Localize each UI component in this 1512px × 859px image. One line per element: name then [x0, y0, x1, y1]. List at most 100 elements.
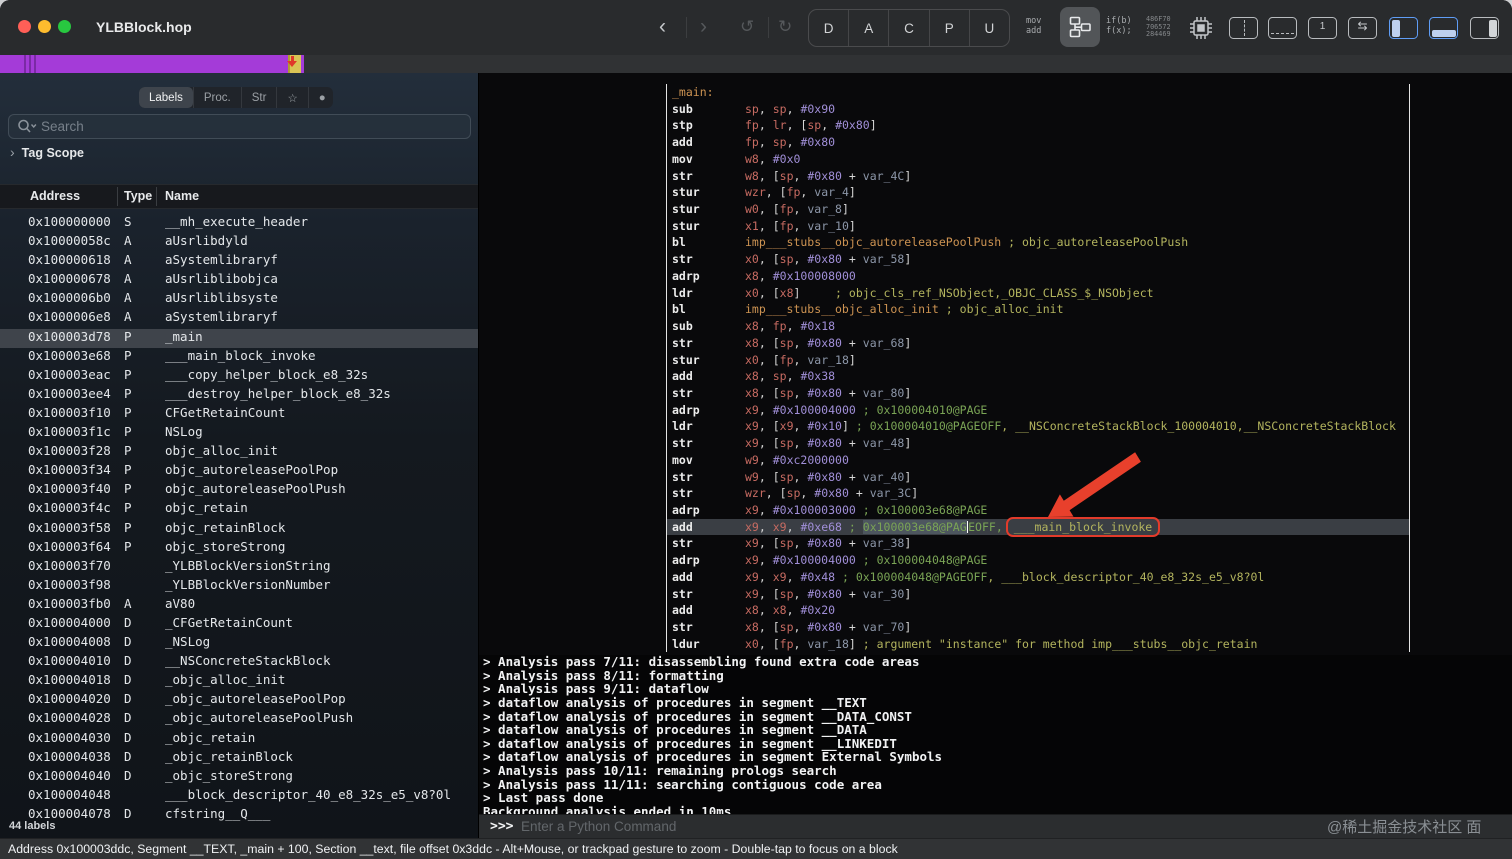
toggle-bottom-panel-button-active[interactable] [1429, 17, 1458, 39]
label-row[interactable]: 0x100000000 S __mh_execute_header [0, 214, 478, 233]
label-row[interactable]: 0x100003f70 _YLBBlockVersionString [0, 558, 478, 577]
asm-line[interactable]: str x9, [sp, #0x80 + var_48] [667, 435, 1409, 452]
label-row[interactable]: 0x100004018 D _objc_alloc_init [0, 672, 478, 691]
label-row[interactable]: 0x100003ee4 P ___destroy_helper_block_e8_3… [0, 386, 478, 405]
toolbar-segment-D[interactable]: D [809, 10, 848, 46]
asm-line[interactable]: stur x0, [fp, var_18] [667, 352, 1409, 369]
column-divider[interactable] [156, 187, 157, 206]
undo-icon[interactable]: ↺ [740, 13, 754, 41]
star-filter-icon[interactable]: ☆ [276, 87, 307, 108]
asm-line[interactable]: str x8, [sp, #0x80 + var_68] [667, 335, 1409, 352]
asm-line[interactable]: add fp, sp, #0x80 [667, 134, 1409, 151]
label-row[interactable]: 0x100003eac P ___copy_helper_block_e8_32s [0, 367, 478, 386]
label-row[interactable]: 0x100004008 D _NSLog [0, 634, 478, 653]
label-row[interactable]: 0x100003e68 P ___main_block_invoke [0, 348, 478, 367]
cpu-chip-icon[interactable] [1188, 15, 1214, 41]
label-row[interactable]: 0x100003d78 P _main [0, 328, 478, 348]
asm-line[interactable]: add x9, x9, #0x48 ; 0x100004048@PAGEOFF, … [667, 569, 1409, 586]
label-row[interactable]: 0x1000006b0 AaUsrliblibsyste [0, 290, 478, 309]
label-row[interactable]: 0x100004038 D _objc_retainBlock [0, 749, 478, 768]
label-row[interactable]: 0x100003f64 Pobjc_storeStrong [0, 539, 478, 558]
asm-line-selected[interactable]: add x9, x9, #0xe68 ; 0x100003e68@PAG EOFF,… [667, 516, 1409, 537]
asm-line[interactable]: sub sp, sp, #0x90 [667, 101, 1409, 118]
label-row[interactable]: 0x100003f10 P CFGetRetainCount [0, 405, 478, 424]
label-row[interactable]: 0x100004040 D _objc_storeStrong [0, 768, 478, 787]
asm-line[interactable]: adrp x8, #0x100008000 [667, 268, 1409, 285]
asm-line[interactable]: stur x1, [fp, var_10] [667, 218, 1409, 235]
column-header-address[interactable]: Address [30, 189, 80, 203]
asm-line[interactable]: str x0, [sp, #0x80 + var_58] [667, 251, 1409, 268]
label-row[interactable]: 0x100003f28 Pobjc_alloc_init [0, 443, 478, 462]
asm-line[interactable]: str x9, [sp, #0x80 + var_38] [667, 535, 1409, 552]
toolbar-segment-U[interactable]: U [968, 10, 1009, 46]
asm-line[interactable]: str x8, [sp, #0x80 + var_80] [667, 385, 1409, 402]
label-row[interactable]: 0x100004048 ___block_descriptor_40_e8_32s… [0, 787, 478, 806]
hex-mode-icon[interactable]: 486F70 706572 284469 [1146, 15, 1171, 39]
asm-line[interactable]: str x8, [sp, #0x80 + var_70] [667, 619, 1409, 636]
navstrip-segment-purple[interactable] [0, 55, 288, 73]
redo-icon[interactable]: ↻ [778, 13, 792, 41]
label-row[interactable]: 0x1000006e8 AaSystemlibraryf [0, 309, 478, 328]
search-field[interactable]: Search [8, 114, 471, 139]
asm-line[interactable]: adrp x9, #0x100004000 ; 0x100004048@PAGE [667, 552, 1409, 569]
label-row[interactable]: 0x100000678 AaUsrliblibobjca [0, 271, 478, 290]
label-row[interactable]: 0x100003f1c P NSLog [0, 424, 478, 443]
asm-line[interactable]: add x8, x8, #0x20 [667, 602, 1409, 619]
dot-filter-icon[interactable]: ● [307, 87, 333, 108]
label-row[interactable]: 0x100004078 Dcfstring__Q___ [0, 806, 478, 825]
asm-line[interactable]: _main: [667, 84, 1409, 101]
label-row[interactable]: 0x100003f4c Pobjc_retain [0, 500, 478, 519]
asm-line[interactable]: mov w9, #0xc2000000 [667, 452, 1409, 469]
split-view-horizontal-button[interactable] [1268, 17, 1297, 39]
column-divider[interactable] [117, 187, 118, 206]
toolbar-segment-A[interactable]: A [848, 10, 888, 46]
asm-line[interactable]: ldur x0, [fp, var_18] ; argument "instanc… [667, 636, 1409, 653]
filter-tab-labels[interactable]: Labels [139, 87, 193, 108]
analysis-console[interactable]: > Analysis pass 7/11: disassembling foun… [479, 655, 1512, 814]
asm-line[interactable]: adrp x9, #0x100004000 ; 0x100004010@PAGE [667, 402, 1409, 419]
asm-line[interactable]: add x8, sp, #0x38 [667, 368, 1409, 385]
asm-line[interactable]: stp fp, lr, [sp, #0x80] [667, 117, 1409, 134]
label-row[interactable]: 0x100004010 D __NSConcreteStackBlock [0, 653, 478, 672]
label-row[interactable]: 0x100004030 D _objc_retain [0, 730, 478, 749]
label-row[interactable]: 0x100004028 D _objc_autoreleasePoolPush [0, 710, 478, 729]
pseudocode-mode-icon[interactable]: if(b) f(x); [1106, 16, 1132, 36]
label-row[interactable]: 0x100003f58 Pobjc_retainBlock [0, 520, 478, 539]
close-window-button[interactable] [18, 20, 31, 33]
toolbar-segment-P[interactable]: P [928, 10, 969, 46]
label-row[interactable]: 0x10000058c AaUsrlibdyld [0, 233, 478, 252]
asm-line[interactable]: stur wzr, [fp, var_4] [667, 184, 1409, 201]
asm-line[interactable]: bl imp___stubs__objc_alloc_init ; objc_al… [667, 301, 1409, 318]
forward-icon[interactable]: › [700, 13, 707, 41]
label-row[interactable]: 0x100004000 D _CFGetRetainCount [0, 615, 478, 634]
asm-line[interactable]: stur w0, [fp, var_8] [667, 201, 1409, 218]
split-view-vertical-button[interactable] [1229, 17, 1258, 39]
asm-line[interactable]: bl imp___stubs__objc_autoreleasePoolPush … [667, 234, 1409, 251]
asm-line[interactable]: sub x8, fp, #0x18 [667, 318, 1409, 335]
column-header-name[interactable]: Name [165, 189, 199, 203]
label-row[interactable]: 0x100000618 AaSystemlibraryf [0, 252, 478, 271]
filter-tab-proc[interactable]: Proc. [192, 87, 241, 108]
single-pane-button[interactable]: 1 [1308, 17, 1337, 39]
label-row[interactable]: 0x100003fb0 AaV80 [0, 596, 478, 615]
disassembly-pane[interactable]: _main: sub sp, sp, #0x90 stp fp, lr, [sp, #0… [479, 73, 1512, 655]
asm-line[interactable]: str w9, [sp, #0x80 + var_40] [667, 469, 1409, 486]
label-row[interactable]: 0x100003f98 _YLBBlockVersionNumber [0, 577, 478, 596]
filter-tab-str[interactable]: Str [240, 87, 277, 108]
label-row[interactable]: 0x100004020 D _objc_autoreleasePoolPop [0, 691, 478, 710]
zoom-window-button[interactable] [58, 20, 71, 33]
asm-line[interactable]: str x9, [sp, #0x80 + var_30] [667, 586, 1409, 603]
mov-add-instruction-icon[interactable]: mov add [1026, 16, 1041, 36]
minimize-window-button[interactable] [38, 20, 51, 33]
back-icon[interactable]: ‹ [659, 13, 666, 41]
label-row[interactable]: 0x100003f34 Pobjc_autoreleasePoolPop [0, 462, 478, 481]
swap-panes-button[interactable]: ⇆ [1348, 17, 1377, 39]
label-row[interactable]: 0x100003f40 Pobjc_autoreleasePoolPush [0, 481, 478, 500]
binary-navigation-strip[interactable] [0, 55, 1512, 73]
toolbar-segment-C[interactable]: C [888, 10, 928, 46]
tag-scope-disclosure[interactable]: › Tag Scope [10, 144, 84, 160]
asm-line[interactable]: ldr x9, [x9, #0x10] ; 0x100004010@PAGEOFF… [667, 418, 1409, 435]
asm-line[interactable]: ldr x0, [x8] ; objc_cls_ref_NSObject,_OBJ… [667, 285, 1409, 302]
toggle-right-panel-button[interactable] [1470, 17, 1499, 39]
column-header-type[interactable]: Type [124, 189, 152, 203]
